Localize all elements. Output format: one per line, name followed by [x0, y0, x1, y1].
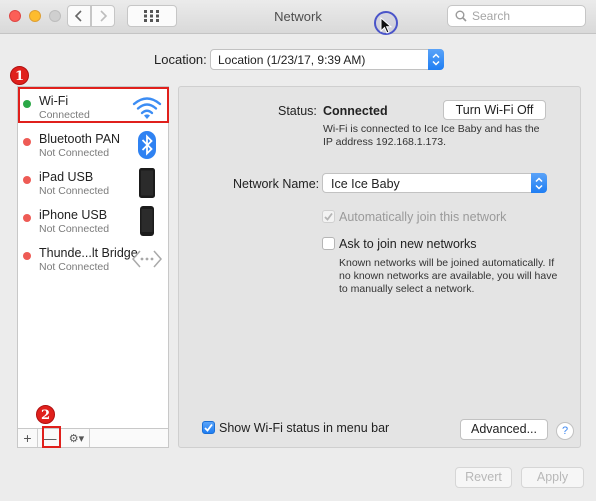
ask-join-label: Ask to join new networks [339, 237, 477, 251]
up-down-arrows-icon [535, 177, 543, 190]
ask-join-description-line-1: Known networks will be joined automatica… [339, 257, 555, 269]
wifi-highlight-box [18, 87, 169, 123]
advanced-button[interactable]: Advanced... [460, 419, 548, 440]
wifi-detail-panel: Status: Connected Turn Wi-Fi Off Wi-Fi i… [178, 86, 581, 448]
service-status: Not Connected [39, 185, 110, 197]
network-name-value: Ice Ice Baby [331, 177, 400, 191]
auto-join-checkbox[interactable] [322, 210, 335, 223]
ask-join-checkbox[interactable] [322, 237, 335, 250]
show-wifi-status-checkbox[interactable] [202, 421, 215, 434]
service-item-iphone-usb[interactable]: iPhone USB Not Connected [18, 202, 168, 240]
status-dot [23, 214, 31, 222]
service-status: Not Connected [39, 261, 110, 273]
show-wifi-status-label: Show Wi-Fi status in menu bar [219, 421, 390, 435]
location-label: Location: [154, 52, 207, 67]
iphone-icon [140, 206, 154, 236]
annotation-badge-two: 2 [36, 405, 55, 424]
service-status: Not Connected [39, 223, 110, 235]
bluetooth-icon [138, 131, 156, 159]
status-dot [23, 138, 31, 146]
auto-join-label: Automatically join this network [339, 210, 507, 224]
mouse-cursor-icon [380, 17, 393, 34]
location-value: Location (1/23/17, 9:39 AM) [218, 53, 366, 67]
network-name-stepper [531, 173, 547, 193]
status-description-line-2: IP address 192.168.1.173. [323, 136, 446, 148]
service-name: Bluetooth PAN [39, 132, 121, 146]
status-label: Status: [278, 104, 317, 118]
thunderbolt-bridge-icon [132, 250, 162, 268]
ipad-icon [139, 168, 155, 198]
status-dot [23, 176, 31, 184]
gear-menu-button[interactable]: ⚙▾ [64, 429, 90, 447]
checkmark-icon [204, 423, 213, 432]
service-name: iPad USB [39, 170, 94, 184]
title-bar: Network Search [0, 0, 596, 34]
search-placeholder: Search [472, 9, 511, 23]
annotation-badge-one: 1 [10, 66, 29, 85]
search-field[interactable]: Search [447, 5, 586, 27]
help-button[interactable]: ? [556, 422, 574, 440]
service-name: Thunde...lt Bridge [39, 246, 138, 260]
ask-join-description-line-2: no known networks are available, you wil… [339, 270, 558, 282]
service-list: Wi-Fi Connected Bluetooth PAN Not Connec… [17, 86, 169, 429]
revert-button[interactable]: Revert [455, 467, 512, 488]
service-item-ipad-usb[interactable]: iPad USB Not Connected [18, 164, 168, 202]
service-item-bluetooth-pan[interactable]: Bluetooth PAN Not Connected [18, 126, 168, 164]
location-select[interactable]: Location (1/23/17, 9:39 AM) [210, 49, 444, 70]
checkmark-icon [324, 212, 333, 221]
service-name: iPhone USB [39, 208, 108, 222]
remove-highlight-box [42, 426, 61, 448]
network-name-label: Network Name: [233, 177, 320, 191]
status-value: Connected [323, 104, 388, 118]
service-list-toolbar: + — ⚙▾ [17, 426, 169, 448]
search-icon [455, 10, 467, 22]
ask-join-description-line-3: to manually select a network. [339, 283, 475, 295]
add-service-button[interactable]: + [18, 429, 38, 447]
status-dot [23, 252, 31, 260]
apply-button[interactable]: Apply [521, 467, 584, 488]
service-item-thunderbolt-bridge[interactable]: Thunde...lt Bridge Not Connected [18, 240, 168, 278]
turn-wifi-off-button[interactable]: Turn Wi-Fi Off [443, 100, 546, 120]
network-name-select[interactable]: Ice Ice Baby [322, 173, 547, 193]
location-stepper [428, 49, 444, 70]
status-description-line-1: Wi-Fi is connected to Ice Ice Baby and h… [323, 123, 540, 135]
up-down-arrows-icon [432, 53, 440, 66]
service-status: Not Connected [39, 147, 110, 159]
